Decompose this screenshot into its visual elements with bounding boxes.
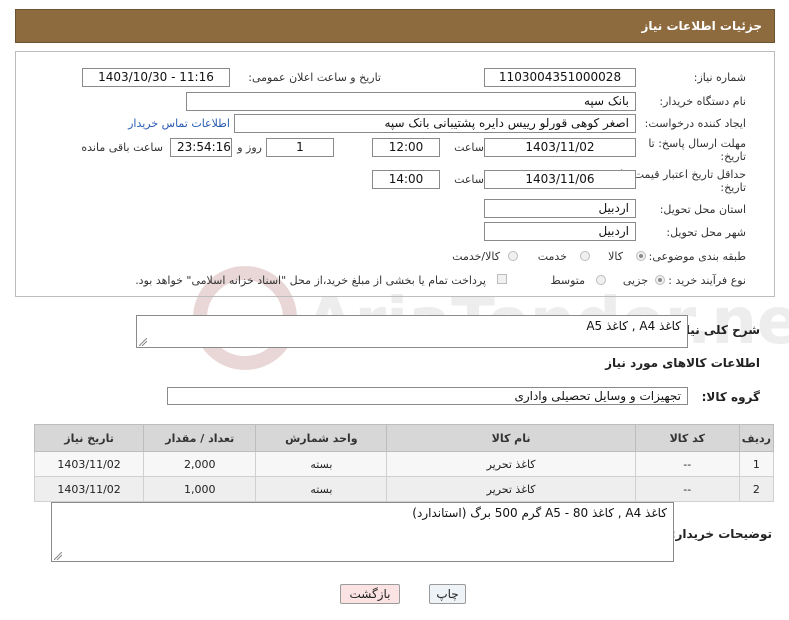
reply-date-field[interactable]: 1403/11/02 — [484, 138, 636, 157]
treasury-payment-note: پرداخت تمام یا بخشی از مبلغ خرید،از محل … — [135, 274, 486, 287]
cell-code: -- — [634, 451, 740, 477]
city-label: شهر محل تحویل: — [666, 226, 746, 239]
cell-code: -- — [634, 476, 740, 502]
validity-time-label: ساعت — [454, 173, 484, 186]
goods-group-label: گروه کالا: — [701, 390, 760, 404]
col-header-date: تاریخ نیاز — [33, 424, 145, 452]
goods-group-field[interactable]: تجهیزات و وسایل تحصیلی واداری — [167, 387, 688, 405]
items-table: ردیف کد کالا نام کالا واحد شمارش تعداد /… — [33, 424, 775, 502]
cell-row-number: 1 — [738, 451, 775, 477]
announce-datetime-field[interactable]: 1403/10/30 - 11:16 — [82, 68, 230, 87]
validity-date-field[interactable]: 1403/11/06 — [484, 170, 636, 189]
cell-quantity: 1,000 — [143, 476, 257, 502]
back-button[interactable]: بازگشت — [340, 584, 400, 604]
col-header-name: نام کالا — [386, 424, 636, 452]
need-number-field[interactable]: 1103004351000028 — [484, 68, 636, 87]
buyer-org-label: نام دستگاه خریدار: — [659, 95, 746, 108]
category-service-radio[interactable] — [580, 251, 590, 261]
cell-unit: بسته — [255, 451, 388, 477]
cell-row-number: 2 — [738, 476, 775, 502]
category-goods-service-radio[interactable] — [508, 251, 518, 261]
cell-name: کاغذ تحریر — [386, 476, 636, 502]
validity-time-field[interactable]: 14:00 — [372, 170, 440, 189]
cell-unit: بسته — [255, 476, 388, 502]
buyer-notes-label: توضیحات خریدار: — [670, 527, 772, 541]
buyer-org-field[interactable]: بانک سپه — [186, 92, 636, 111]
category-goods-service-label: کالا/خدمت — [452, 250, 500, 263]
day-and-label: روز و — [237, 141, 262, 154]
price-validity-label: حداقل تاریخ اعتبار قیمت: تا تاریخ: — [620, 168, 746, 194]
table-row[interactable]: 1 -- کاغذ تحریر بسته 2,000 1403/11/02 — [33, 451, 775, 477]
goods-info-title: اطلاعات کالاهای مورد نیاز — [605, 356, 760, 370]
category-goods-radio[interactable] — [636, 251, 646, 261]
reply-time-field[interactable]: 12:00 — [372, 138, 440, 157]
category-label: طبقه بندی موضوعی: — [648, 250, 746, 263]
process-medium-radio[interactable] — [596, 275, 606, 285]
city-field[interactable]: اردبیل — [484, 222, 636, 241]
resize-grip-icon[interactable] — [139, 338, 147, 346]
category-goods-label: کالا — [608, 250, 623, 263]
process-medium-label: متوسط — [550, 274, 585, 287]
buyer-contact-link[interactable]: اطلاعات تماس خریدار — [128, 117, 230, 130]
cell-date: 1403/11/02 — [33, 451, 145, 477]
remaining-time-field[interactable]: 23:54:16 — [170, 138, 232, 157]
treasury-payment-checkbox[interactable] — [497, 274, 507, 284]
buyer-notes-textarea[interactable]: کاغذ A4 , کاغذ 80 - A5 گرم 500 برگ (استا… — [51, 502, 674, 562]
announce-datetime-label: تاریخ و ساعت اعلان عمومی: — [248, 71, 381, 84]
province-field[interactable]: اردبیل — [484, 199, 636, 218]
province-label: استان محل تحویل: — [659, 203, 746, 216]
table-header-row: ردیف کد کالا نام کالا واحد شمارش تعداد /… — [33, 424, 775, 452]
cell-name: کاغذ تحریر — [386, 451, 636, 477]
resize-grip-icon[interactable] — [54, 552, 62, 560]
description-textarea[interactable]: کاغذ A4 , کاغذ A5 — [136, 315, 688, 348]
process-type-label: نوع فرآیند خرید : — [668, 274, 746, 287]
buyer-notes-text: کاغذ A4 , کاغذ 80 - A5 گرم 500 برگ (استا… — [412, 506, 667, 520]
reply-time-label: ساعت — [454, 141, 484, 154]
requester-label: ایجاد کننده درخواست: — [644, 117, 746, 130]
page-title: جزئیات اطلاعات نیاز — [641, 19, 762, 33]
col-header-unit: واحد شمارش — [255, 424, 388, 452]
category-service-label: خدمت — [537, 250, 567, 263]
need-number-label: شماره نیاز: — [693, 71, 746, 84]
cell-date: 1403/11/02 — [33, 476, 145, 502]
col-header-row-number: ردیف — [738, 424, 775, 452]
cell-quantity: 2,000 — [143, 451, 257, 477]
col-header-quantity: تعداد / مقدار — [143, 424, 257, 452]
remaining-label: ساعت باقی مانده — [81, 141, 163, 154]
description-text: کاغذ A4 , کاغذ A5 — [586, 319, 681, 333]
table-row[interactable]: 2 -- کاغذ تحریر بسته 1,000 1403/11/02 — [33, 476, 775, 502]
print-button[interactable]: چاپ — [429, 584, 466, 604]
process-partial-label: جزیی — [622, 274, 648, 287]
page-header: جزئیات اطلاعات نیاز — [15, 9, 775, 43]
process-partial-radio[interactable] — [655, 275, 665, 285]
days-field[interactable]: 1 — [266, 138, 334, 157]
requester-field[interactable]: اصغر کوهی قورلو رییس دایره پشتیبانی بانک… — [234, 114, 636, 133]
reply-deadline-label: مهلت ارسال پاسخ: تا تاریخ: — [648, 137, 746, 163]
col-header-code: کد کالا — [634, 424, 740, 452]
